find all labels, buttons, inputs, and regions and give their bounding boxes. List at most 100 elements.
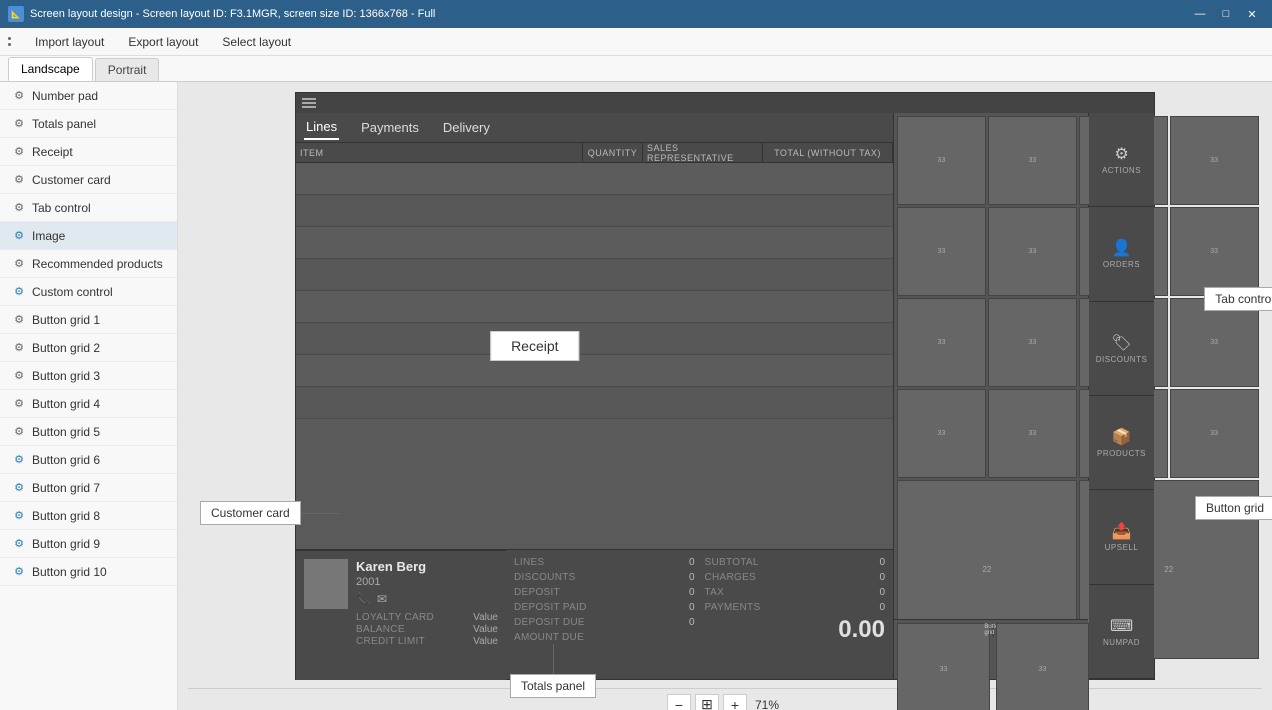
bottom-section: Karen Berg 2001 📞 ✉ LOYALTY CARD [296,549,893,679]
grid-cell[interactable]: 33 [1170,207,1259,296]
menu-import-layout[interactable]: Import layout [31,33,108,51]
sidebar-item-number-pad[interactable]: ⚙ Number pad [0,82,177,110]
sidebar-item-image[interactable]: ⚙ Image [0,222,177,250]
table-row [296,163,893,195]
sidebar-label-custom-control: Custom control [32,285,113,299]
totals-right-col: SUBTOTAL 0 CHARGES 0 TAX [705,556,886,673]
deposit-due-value: 0 [689,617,695,628]
table-row [296,227,893,259]
table-row [296,323,893,355]
grid-cell[interactable]: 33 [897,116,986,205]
menu-select-layout[interactable]: Select layout [218,33,295,51]
action-btn-discounts[interactable]: 🏷 DISCOUNTS [1089,302,1154,396]
total-tax: TAX 0 [705,586,886,599]
button-grid-main: 33 33 33 33 33 33 33 33 33 33 [894,113,1088,619]
callout-customer-card: Customer card [200,501,301,525]
grid-cell-bottom[interactable]: 33 [996,623,1089,710]
action-btn-orders[interactable]: 👤 ORDERS [1089,207,1154,301]
sidebar-item-button-grid-6[interactable]: ⚙ Button grid 6 [0,446,177,474]
col-header-item: ITEM [296,143,583,162]
grid-cell[interactable]: 33 [988,389,1077,478]
action-btn-actions[interactable]: ⚙ ACTIONS [1089,113,1154,207]
sidebar-item-custom-control[interactable]: ⚙ Custom control [0,278,177,306]
grid-cell[interactable]: 33 [1170,389,1259,478]
discounts-label: DISCOUNTS [1096,355,1148,364]
sidebar-item-button-grid-9[interactable]: ⚙ Button grid 9 [0,530,177,558]
button-grid-bottom: 33 Button grid 5 33 [894,619,1088,679]
customer-field-balance: BALANCE Value [356,624,498,635]
sidebar-item-button-grid-10[interactable]: ⚙ Button grid 10 [0,558,177,586]
customer-name: Karen Berg [356,559,498,574]
grid-cell[interactable]: 33 [1170,298,1259,387]
content-area: Lines Payments Delivery ITEM QUANTITY SA… [178,82,1272,710]
grid-cell[interactable]: 33 [897,207,986,296]
minimize-button[interactable]: — [1188,4,1212,24]
zoom-plus-button[interactable]: + [723,694,747,710]
table-row [296,195,893,227]
sidebar-item-recommended-products[interactable]: ⚙ Recommended products [0,250,177,278]
sidebar-label-recommended-products: Recommended products [32,257,163,271]
grid-cell[interactable]: 33 [988,116,1077,205]
zoom-fit-button[interactable]: ⊞ [695,694,719,710]
gear-icon-blue: ⚙ [12,453,26,467]
totals-left-col: LINES 0 DISCOUNTS 0 DEPOSIT [514,556,695,673]
customer-fields: LOYALTY CARD Value BALANCE Value [356,612,498,647]
numpad-icon: ⌨ [1110,616,1133,636]
loyalty-value: Value [473,612,498,623]
discounts-icon: 🏷 [1111,333,1131,353]
credit-label: CREDIT LIMIT [356,636,425,647]
tab-landscape[interactable]: Landscape [8,57,93,81]
maximize-button[interactable]: □ [1214,4,1238,24]
deposit-value: 0 [689,587,695,598]
grid-cell[interactable]: 33 [988,207,1077,296]
close-button[interactable]: ✕ [1240,4,1264,24]
sidebar-item-button-grid-1[interactable]: ⚙ Button grid 1 [0,306,177,334]
action-btn-upsell[interactable]: 📤 UPSELL [1089,490,1154,584]
grid-cell-bottom-bg5[interactable]: Button grid 5 [992,623,994,637]
sidebar-label-image: Image [32,229,65,243]
loyalty-label: LOYALTY CARD [356,612,434,623]
customer-avatar [304,559,348,609]
action-btn-numpad[interactable]: ⌨ NUMPAD [1089,585,1154,679]
receipt-rows [296,163,893,549]
tax-value: 0 [879,587,885,598]
gear-icon-blue: ⚙ [12,481,26,495]
sidebar-item-button-grid-2[interactable]: ⚙ Button grid 2 [0,334,177,362]
grid-cell[interactable]: 33 [1170,116,1259,205]
sidebar-label-customer-card: Customer card [32,173,111,187]
tax-label: TAX [705,587,725,598]
sidebar-item-button-grid-4[interactable]: ⚙ Button grid 4 [0,390,177,418]
sidebar-item-totals-panel[interactable]: ⚙ Totals panel [0,110,177,138]
sidebar-item-button-grid-7[interactable]: ⚙ Button grid 7 [0,474,177,502]
gear-icon: ⚙ [12,313,26,327]
zoom-level-text: 71% [755,698,779,710]
actions-label: ACTIONS [1102,166,1141,175]
grid-cell[interactable]: 33 [897,298,986,387]
menu-export-layout[interactable]: Export layout [124,33,202,51]
table-row [296,259,893,291]
grid-cell[interactable]: 33 [988,298,1077,387]
sidebar-item-customer-card[interactable]: ⚙ Customer card [0,166,177,194]
zoom-minus-button[interactable]: − [667,694,691,710]
action-btn-products[interactable]: 📦 PRODUCTS [1089,396,1154,490]
customer-contact-icons: 📞 ✉ [356,592,498,606]
sidebar-item-tab-control[interactable]: ⚙ Tab control [0,194,177,222]
grid-cell-bottom[interactable]: 33 [897,623,990,710]
sidebar-item-receipt[interactable]: ⚙ Receipt [0,138,177,166]
gear-icon-blue: ⚙ [12,285,26,299]
canvas: Lines Payments Delivery ITEM QUANTITY SA… [295,92,1155,680]
canvas-tab-lines[interactable]: Lines [304,115,339,140]
canvas-tab-payments[interactable]: Payments [359,116,421,139]
total-lines: LINES 0 [514,556,695,569]
balance-label: BALANCE [356,624,405,635]
tab-portrait[interactable]: Portrait [95,58,160,81]
canvas-tab-delivery[interactable]: Delivery [441,116,492,139]
sidebar-label-number-pad: Number pad [32,89,98,103]
sidebar-label-button-grid-8: Button grid 8 [32,509,100,523]
menu-grip-icon [8,37,11,46]
sidebar-item-button-grid-3[interactable]: ⚙ Button grid 3 [0,362,177,390]
deposit-paid-label: DEPOSIT PAID [514,602,587,613]
grid-cell[interactable]: 33 [897,389,986,478]
sidebar-item-button-grid-8[interactable]: ⚙ Button grid 8 [0,502,177,530]
sidebar-item-button-grid-5[interactable]: ⚙ Button grid 5 [0,418,177,446]
